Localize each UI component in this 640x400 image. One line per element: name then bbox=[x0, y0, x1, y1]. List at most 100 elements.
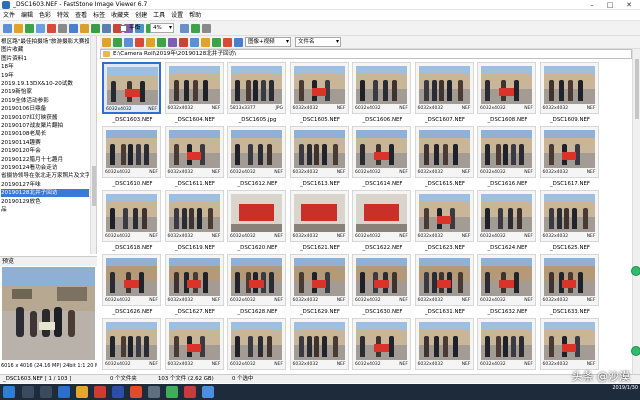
view-mode-icon-2[interactable] bbox=[202, 24, 211, 33]
zoom-select[interactable]: 4% bbox=[150, 23, 174, 33]
tree-item[interactable]: 2019新怡家 bbox=[1, 88, 89, 96]
browser-tool-icon-4[interactable] bbox=[146, 38, 155, 47]
thumbnail-cell[interactable]: 6032x4032 NEF _DSC1617.NEF bbox=[539, 126, 601, 190]
thumbnail-image[interactable]: 6032x4032 NEF bbox=[352, 318, 411, 370]
thumbnail-image[interactable]: 6032x4032 NEF bbox=[539, 126, 599, 178]
thumbnail-image[interactable]: 6032x4032 NEF bbox=[164, 62, 224, 114]
thumbnail-image[interactable]: 6032x4032 NEF bbox=[102, 318, 161, 370]
browser-tool-icon-3[interactable] bbox=[135, 38, 144, 47]
toolbar-button-icon-9[interactable] bbox=[102, 24, 111, 33]
close-icon[interactable]: ✕ bbox=[621, 0, 637, 10]
thumbnail-image[interactable]: 6032x4032 NEF bbox=[227, 126, 286, 178]
browser-tool-icon-11[interactable] bbox=[223, 38, 232, 47]
thumbnail-cell[interactable]: 6032x4032 NEF _DSC1610.NEF bbox=[102, 126, 163, 190]
tree-item[interactable]: 20190114趣赛 bbox=[1, 139, 89, 147]
thumbnail-image[interactable]: 6032x4032 NEF bbox=[477, 62, 536, 114]
tree-item[interactable]: 品 bbox=[1, 206, 89, 214]
tree-item[interactable]: 2019全体活动参影 bbox=[1, 97, 89, 105]
scroll-thumb[interactable] bbox=[635, 59, 639, 119]
thumbnail-cell[interactable]: 6032x4032 NEF _DSC1611.NEF bbox=[164, 126, 226, 190]
explorer-icon[interactable] bbox=[76, 386, 88, 398]
toolbar-button-icon-8[interactable] bbox=[91, 24, 100, 33]
thumbnail-cell[interactable]: 6032x4032 NEF bbox=[102, 318, 163, 374]
filter-select[interactable]: 图像+视频 bbox=[245, 37, 291, 47]
thumbnail-image[interactable]: 6032x4032 NEF bbox=[102, 126, 161, 178]
thumbnail-image[interactable]: 6032x4032 NEF bbox=[477, 254, 536, 306]
thumbnail-cell[interactable]: 6032x4032 NEF _DSC1628.NEF bbox=[227, 254, 288, 318]
menu-item-1[interactable]: 编辑 bbox=[18, 10, 36, 21]
tree-item[interactable]: 20190124看功会走访 bbox=[1, 164, 89, 172]
thumbnail-image[interactable]: 5813x3377 JPG bbox=[227, 62, 286, 114]
thumbnail-cell[interactable]: 6032x4032 NEF _DSC1621.NEF bbox=[289, 190, 351, 254]
thumbnail-cell[interactable]: 6032x4032 NEF _DSC1616.NEF bbox=[477, 126, 538, 190]
toolbar-button-icon-3[interactable] bbox=[36, 24, 45, 33]
thumbnail-image[interactable]: 6032x4032 NEF bbox=[289, 190, 349, 242]
thumbnail-cell[interactable]: 6032x4032 NEF _DSC1631.NEF bbox=[414, 254, 476, 318]
thumbnail-cell[interactable]: 6032x4032 NEF _DSC1606.NEF bbox=[352, 62, 413, 126]
app-icon-red[interactable] bbox=[94, 386, 106, 398]
toolbar-button-icon-7[interactable] bbox=[80, 24, 89, 33]
thumbnail-image[interactable]: 6032x4032 NEF bbox=[227, 190, 286, 242]
browser-tool-icon-2[interactable] bbox=[124, 38, 133, 47]
view-mode-icon-0[interactable] bbox=[180, 24, 189, 33]
thumbnail-image[interactable]: 6032x4032 NEF bbox=[352, 62, 411, 114]
thumbnail-cell[interactable]: 6032x4032 NEF _DSC1612.NEF bbox=[227, 126, 288, 190]
thumbnail-cell[interactable]: 6032x4032 NEF bbox=[414, 318, 476, 374]
menu-item-7[interactable]: 创建 bbox=[132, 10, 150, 21]
thumbnail-image[interactable]: 6032x4032 NEF bbox=[414, 254, 474, 306]
thumbnail-cell[interactable]: 6032x4032 NEF bbox=[477, 318, 538, 374]
minimize-icon[interactable]: – bbox=[584, 0, 600, 10]
thumbnail-cell[interactable]: 6032x4032 NEF _DSC1614.NEF bbox=[352, 126, 413, 190]
thumbnail-image[interactable]: 6032x4032 NEF bbox=[289, 254, 349, 306]
thumbnail-cell[interactable]: 6032x4032 NEF _DSC1615.NEF bbox=[414, 126, 476, 190]
thumbnail-image[interactable]: 6032x4032 NEF bbox=[539, 190, 599, 242]
toolbar-button-icon-4[interactable] bbox=[47, 24, 56, 33]
thumbnail-image[interactable]: 6032x4032 NEF bbox=[289, 126, 349, 178]
thumbnail-image[interactable]: 6032x4032 NEF bbox=[164, 318, 224, 370]
thumbnail-cell[interactable]: 6032x4032 NEF _DSC1625.NEF bbox=[539, 190, 601, 254]
thumbnail-cell[interactable]: 6032x4032 NEF _DSC1603.NEF bbox=[102, 62, 163, 126]
thumbnail-cell[interactable]: 6032x4032 NEF _DSC1629.NEF bbox=[289, 254, 351, 318]
thumbnail-image[interactable]: 6032x4032 NEF bbox=[289, 318, 349, 370]
tree-item[interactable]: 图片资料1 bbox=[1, 55, 89, 63]
task-view-icon[interactable] bbox=[40, 386, 52, 398]
toolbar-button-icon-5[interactable] bbox=[58, 24, 67, 33]
thumbnail-image[interactable]: 6032x4032 NEF bbox=[414, 126, 474, 178]
thumbnail-cell[interactable]: 6032x4032 NEF bbox=[289, 318, 351, 374]
thumbnail-cell[interactable]: 6032x4032 NEF _DSC1632.NEF bbox=[477, 254, 538, 318]
thumbnail-image[interactable]: 6032x4032 NEF bbox=[352, 190, 411, 242]
toolbar-button-icon-0[interactable] bbox=[3, 24, 12, 33]
tree-item[interactable]: 省摄协领导在张北走万家照片及文字 bbox=[1, 172, 89, 180]
thumbnail-image[interactable]: 6032x4032 NEF bbox=[164, 190, 224, 242]
menu-item-2[interactable]: 色彩 bbox=[36, 10, 54, 21]
thumbnail-cell[interactable]: 6032x4032 NEF bbox=[227, 318, 288, 374]
thumbnail-cell[interactable]: 6032x4032 NEF _DSC1623.NEF bbox=[414, 190, 476, 254]
tree-item[interactable]: 根区路"最佳拍摄场"旅游摄影大赛投稿 bbox=[1, 38, 89, 46]
thumbnail-cell[interactable]: 6032x4032 NEF _DSC1605.NEF bbox=[289, 62, 351, 126]
menu-item-0[interactable]: 文件 bbox=[0, 10, 18, 21]
tree-item[interactable]: 20190106日鼎备 bbox=[1, 105, 89, 113]
thumbnail-image[interactable]: 6032x4032 NEF bbox=[102, 254, 161, 306]
thumbnail-image[interactable]: 6032x4032 NEF bbox=[352, 126, 411, 178]
thumbnail-image[interactable]: 6032x4032 NEF bbox=[414, 62, 474, 114]
toolbar-button-icon-2[interactable] bbox=[25, 24, 34, 33]
thumbnail-cell[interactable]: 6032x4032 NEF _DSC1604.NEF bbox=[164, 62, 226, 126]
tree-item[interactable]: 20190107战友聚片翻拍 bbox=[1, 122, 89, 130]
browser-tool-icon-1[interactable] bbox=[113, 38, 122, 47]
menu-item-4[interactable]: 查看 bbox=[72, 10, 90, 21]
browser-tool-icon-6[interactable] bbox=[168, 38, 177, 47]
thumbnail-image[interactable]: 6032x4032 NEF bbox=[164, 126, 224, 178]
thumbnail-image[interactable]: 6032x4032 NEF bbox=[289, 62, 349, 114]
menu-item-5[interactable]: 标签 bbox=[90, 10, 108, 21]
tree-item[interactable]: 18年 bbox=[1, 63, 89, 71]
grid-scrollbar[interactable] bbox=[632, 49, 640, 374]
floating-action-icon[interactable] bbox=[631, 346, 640, 356]
thumbnail-image[interactable]: 6032x4032 NEF bbox=[477, 190, 536, 242]
thumbnail-cell[interactable]: 6032x4032 NEF _DSC1608.NEF bbox=[477, 62, 538, 126]
thumbnail-image[interactable]: 6032x4032 NEF bbox=[227, 318, 286, 370]
thumbnail-image[interactable]: 6032x4032 NEF bbox=[414, 318, 474, 370]
menu-item-8[interactable]: 工具 bbox=[150, 10, 168, 21]
thumbnail-cell[interactable]: 6032x4032 NEF _DSC1630.NEF bbox=[352, 254, 413, 318]
tree-item[interactable]: 20190107红灯映获酱 bbox=[1, 114, 89, 122]
thumbnail-cell[interactable]: 6032x4032 NEF _DSC1624.NEF bbox=[477, 190, 538, 254]
